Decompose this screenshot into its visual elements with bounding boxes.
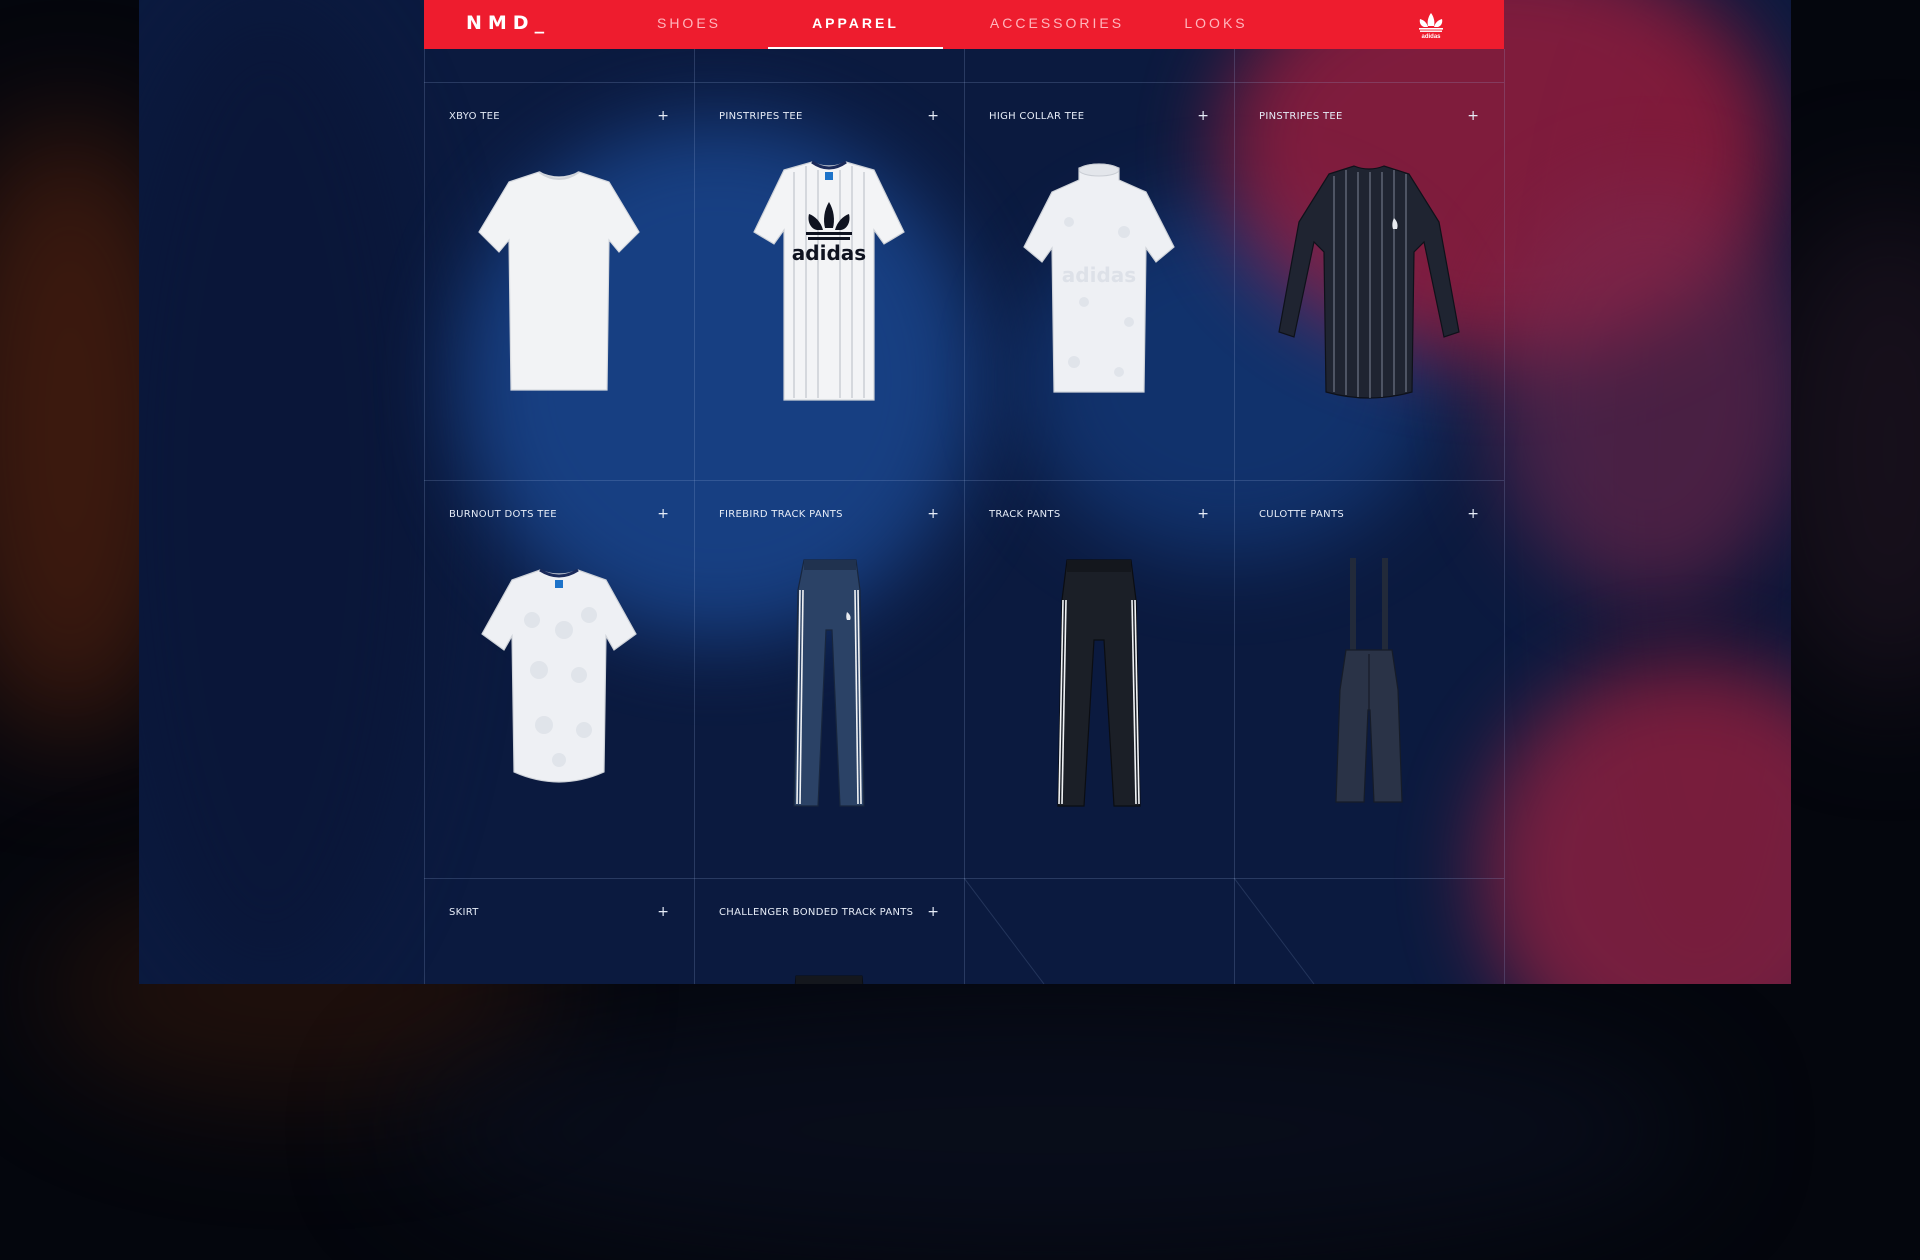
product-image-white-tee[interactable] [424, 152, 694, 442]
product-title: PINSTRIPES TEE [1259, 110, 1343, 122]
plus-icon[interactable]: + [1467, 507, 1479, 521]
product-title: SKIRT [449, 906, 479, 918]
plus-icon[interactable]: + [657, 905, 669, 919]
adidas-trefoil-icon[interactable]: adidas [1414, 11, 1448, 39]
product-image-white-high-collar-tee[interactable]: adidas [964, 152, 1234, 442]
plus-icon[interactable]: + [657, 109, 669, 123]
nav-item-shoes[interactable]: SHOES [644, 0, 734, 49]
product-card[interactable]: TRACK PANTS + [964, 480, 1234, 878]
product-card[interactable]: XBYO TEE + [424, 82, 694, 480]
nav-item-looks[interactable]: LOOKS [1171, 0, 1261, 49]
ambient-glow [400, 1000, 1700, 1260]
product-title: CULOTTE PANTS [1259, 508, 1344, 520]
product-title: CHALLENGER BONDED TRACK PANTS [719, 906, 914, 918]
grid-line [1504, 49, 1505, 984]
nav-item-accessories[interactable]: ACCESSORIES [972, 0, 1142, 49]
top-navbar: NMD_ SHOES APPAREL ACCESSORIES LOOKS adi… [424, 0, 1504, 49]
product-title: HIGH COLLAR TEE [989, 110, 1085, 122]
product-title: XBYO TEE [449, 110, 500, 122]
plus-icon[interactable]: + [657, 507, 669, 521]
product-image-navy-track-pants[interactable] [694, 550, 964, 840]
browser-viewport: NMD_ SHOES APPAREL ACCESSORIES LOOKS adi… [139, 0, 1791, 984]
background-glow [1589, 0, 1791, 984]
product-image-white-pinstripe-tee[interactable]: adidas [694, 152, 964, 442]
apparel-page: NMD_ SHOES APPAREL ACCESSORIES LOOKS adi… [424, 0, 1505, 984]
product-card[interactable]: BURNOUT DOTS TEE + [424, 480, 694, 878]
product-card[interactable]: CULOTTE PANTS + [1234, 480, 1504, 878]
product-title: FIREBIRD TRACK PANTS [719, 508, 843, 520]
background-glow [1489, 180, 1791, 600]
plus-icon[interactable]: + [1467, 109, 1479, 123]
product-title: BURNOUT DOTS TEE [449, 508, 557, 520]
plus-icon[interactable]: + [927, 905, 939, 919]
adidas-print-text: adidas [792, 241, 866, 265]
product-image-navy-culotte-pants[interactable] [1234, 550, 1504, 840]
empty-cell-decoration [964, 878, 1315, 984]
product-card[interactable]: CHALLENGER BONDED TRACK PANTS + [694, 878, 964, 984]
adidas-print-text: adidas [1062, 263, 1136, 287]
plus-icon[interactable]: + [927, 507, 939, 521]
product-title: TRACK PANTS [989, 508, 1061, 520]
plus-icon[interactable]: + [1197, 507, 1209, 521]
nav-item-apparel[interactable]: APPAREL [768, 0, 943, 49]
product-card[interactable]: SKIRT + [424, 878, 694, 984]
product-image-black-track-pants[interactable] [964, 550, 1234, 840]
adidas-wordmark: adidas [1421, 34, 1441, 39]
product-image-white-dots-tee[interactable] [424, 550, 694, 840]
product-card[interactable]: FIREBIRD TRACK PANTS + [694, 480, 964, 878]
product-image-navy-pinstripe-longsleeve[interactable] [1234, 152, 1504, 442]
product-card[interactable]: HIGH COLLAR TEE + adidas [964, 82, 1234, 480]
background-glow [139, 0, 439, 984]
nmd-logo[interactable]: NMD_ [466, 0, 550, 49]
plus-icon[interactable]: + [927, 109, 939, 123]
product-card[interactable]: PINSTRIPES TEE + [694, 82, 964, 480]
plus-icon[interactable]: + [1197, 109, 1209, 123]
product-card[interactable]: PINSTRIPES TEE + [1234, 82, 1504, 480]
product-title: PINSTRIPES TEE [719, 110, 803, 122]
background-glow [1479, 660, 1791, 984]
product-image-black-track-pants-partial[interactable] [694, 958, 964, 984]
